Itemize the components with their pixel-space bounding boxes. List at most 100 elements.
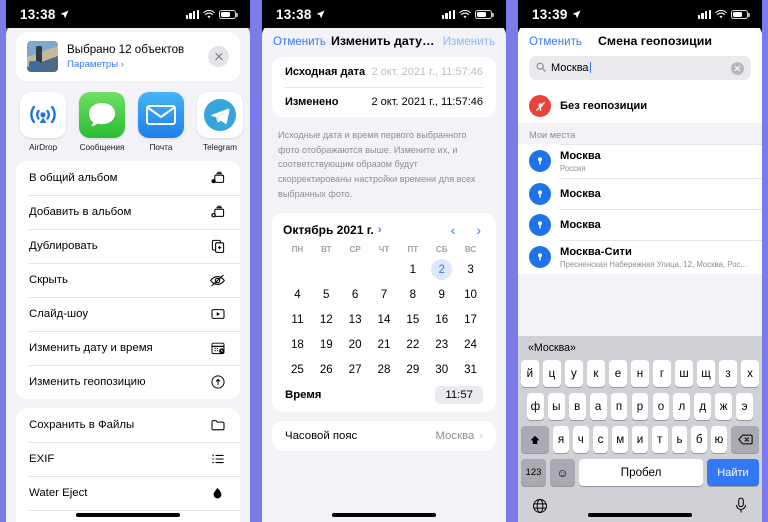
cancel-button[interactable]: Отменить — [529, 35, 582, 48]
chevron-left-icon[interactable]: ‹ — [451, 222, 456, 238]
timezone-row[interactable]: Часовой пояс Москва › — [272, 421, 496, 451]
key-ю[interactable]: ю — [711, 426, 727, 453]
calendar-day-cell[interactable]: 1 — [398, 257, 427, 282]
calendar-day-cell[interactable]: 6 — [341, 282, 370, 307]
clear-icon[interactable] — [731, 61, 744, 75]
key-в[interactable]: в — [568, 393, 586, 420]
key-г[interactable]: г — [653, 360, 671, 387]
app-share-row[interactable]: AirDrop Сообщения Почта Telegram — [6, 81, 250, 161]
calendar-day-cell[interactable]: 4 — [283, 282, 312, 307]
calendar-day-cell[interactable]: 24 — [456, 332, 485, 357]
month-selector[interactable]: Октябрь 2021 г. › — [283, 223, 382, 237]
calendar-day-cell[interactable]: 23 — [427, 332, 456, 357]
share-app-airdrop[interactable]: AirDrop — [20, 92, 66, 152]
menu-item-hide[interactable]: Скрыть — [16, 263, 240, 297]
calendar-day-cell[interactable]: 26 — [312, 357, 341, 382]
menu-item-shared-album[interactable]: В общий альбом — [16, 161, 240, 195]
key-ш[interactable]: ш — [675, 360, 693, 387]
menu-item-save-to-files[interactable]: Сохранить в Файлы — [16, 408, 240, 442]
keyboard-prediction[interactable]: «Москва» — [518, 336, 762, 360]
menu-item-duplicate[interactable]: Дублировать — [16, 229, 240, 263]
key-ы[interactable]: ы — [547, 393, 565, 420]
calendar-day-cell[interactable]: 7 — [370, 282, 399, 307]
key-у[interactable]: у — [565, 360, 583, 387]
list-item[interactable]: Москва Россия — [518, 144, 762, 178]
share-app-telegram[interactable]: Telegram — [197, 92, 243, 152]
search-key[interactable]: Найти — [707, 459, 759, 486]
calendar-day-cell[interactable]: 3 — [456, 257, 485, 282]
share-app-mail[interactable]: Почта — [138, 92, 184, 152]
key-а[interactable]: а — [589, 393, 607, 420]
calendar-day-cell[interactable]: 16 — [427, 307, 456, 332]
key-й[interactable]: й — [521, 360, 539, 387]
share-app-messages[interactable]: Сообщения — [79, 92, 125, 152]
key-х[interactable]: х — [741, 360, 759, 387]
calendar-day-cell[interactable]: 14 — [370, 307, 399, 332]
key-щ[interactable]: щ — [697, 360, 715, 387]
microphone-icon[interactable] — [734, 497, 748, 519]
chevron-right-icon[interactable]: › — [476, 222, 481, 238]
space-key[interactable]: Пробел — [579, 459, 703, 486]
menu-item-add-to-album[interactable]: Добавить в альбом — [16, 195, 240, 229]
row-modified-date[interactable]: Изменено 2 окт. 2021 г., 11:57:46 — [272, 87, 496, 117]
list-item[interactable]: Москва-Сити Пресненская Набережная Улица,… — [518, 240, 762, 274]
key-ч[interactable]: ч — [572, 426, 589, 453]
emoji-icon[interactable]: ☺ — [550, 459, 576, 486]
close-icon[interactable] — [208, 46, 229, 67]
list-item[interactable]: Москва — [518, 178, 762, 209]
backspace-icon[interactable] — [731, 426, 759, 453]
calendar-day-cell[interactable]: 9 — [427, 282, 456, 307]
calendar-day-cell[interactable]: 19 — [312, 332, 341, 357]
calendar-day-cell[interactable]: 10 — [456, 282, 485, 307]
shift-icon[interactable] — [521, 426, 549, 453]
key-з[interactable]: з — [719, 360, 737, 387]
calendar-day-cell[interactable]: 5 — [312, 282, 341, 307]
calendar-day-cell[interactable]: 21 — [370, 332, 399, 357]
list-item[interactable]: Москва — [518, 209, 762, 240]
key-д[interactable]: д — [694, 393, 712, 420]
key-э[interactable]: э — [736, 393, 753, 420]
calendar-day-cell[interactable]: 18 — [283, 332, 312, 357]
key-м[interactable]: м — [612, 426, 628, 453]
key-е[interactable]: е — [609, 360, 627, 387]
calendar-day-cell[interactable]: 13 — [341, 307, 370, 332]
calendar-day-cell[interactable]: 29 — [398, 357, 427, 382]
calendar-day-cell[interactable]: 11 — [283, 307, 312, 332]
time-value[interactable]: 11:57 — [435, 385, 483, 404]
menu-item-change-date[interactable]: Изменить дату и время — [16, 331, 240, 365]
search-input[interactable]: Москва — [529, 56, 751, 80]
calendar-day-cell[interactable]: 20 — [341, 332, 370, 357]
menu-item-change-location[interactable]: Изменить геопозицию — [16, 365, 240, 399]
calendar-day-cell[interactable]: 8 — [398, 282, 427, 307]
key-л[interactable]: л — [673, 393, 691, 420]
calendar-day-cell[interactable]: 17 — [456, 307, 485, 332]
calendar-day-cell[interactable]: 12 — [312, 307, 341, 332]
key-ф[interactable]: ф — [527, 393, 544, 420]
key-т[interactable]: т — [651, 426, 668, 453]
globe-icon[interactable] — [532, 498, 548, 519]
key-ь[interactable]: ь — [671, 426, 688, 453]
key-н[interactable]: н — [631, 360, 649, 387]
row-no-location[interactable]: Без геопозиции — [518, 89, 762, 123]
calendar-day-cell[interactable]: 31 — [456, 357, 485, 382]
apply-button[interactable]: Изменить — [443, 35, 495, 48]
key-б[interactable]: б — [691, 426, 707, 453]
key-к[interactable]: к — [587, 360, 605, 387]
key-с[interactable]: с — [592, 426, 609, 453]
key-о[interactable]: о — [652, 393, 670, 420]
calendar-day-cell[interactable]: 25 — [283, 357, 312, 382]
calendar-day-cell[interactable]: 28 — [370, 357, 399, 382]
key-я[interactable]: я — [553, 426, 569, 453]
cancel-button[interactable]: Отменить — [273, 35, 326, 48]
key-и[interactable]: и — [632, 426, 648, 453]
options-link[interactable]: Параметры › — [67, 59, 199, 70]
menu-item-slideshow[interactable]: Слайд-шоу — [16, 297, 240, 331]
key-ц[interactable]: ц — [543, 360, 561, 387]
calendar-day-cell[interactable]: 2 — [427, 257, 456, 282]
key-р[interactable]: р — [631, 393, 649, 420]
menu-item-water-eject[interactable]: Water Eject — [16, 476, 240, 510]
calendar-day-cell[interactable]: 27 — [341, 357, 370, 382]
numbers-key[interactable]: 123 — [521, 459, 546, 486]
calendar-day-cell[interactable]: 30 — [427, 357, 456, 382]
calendar-day-cell[interactable]: 22 — [398, 332, 427, 357]
